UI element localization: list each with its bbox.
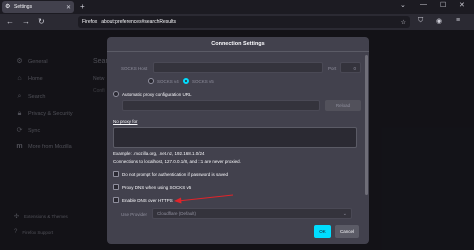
arrow-head	[174, 197, 182, 204]
annotation-arrow	[174, 194, 234, 204]
arrow-shaft	[177, 194, 234, 202]
